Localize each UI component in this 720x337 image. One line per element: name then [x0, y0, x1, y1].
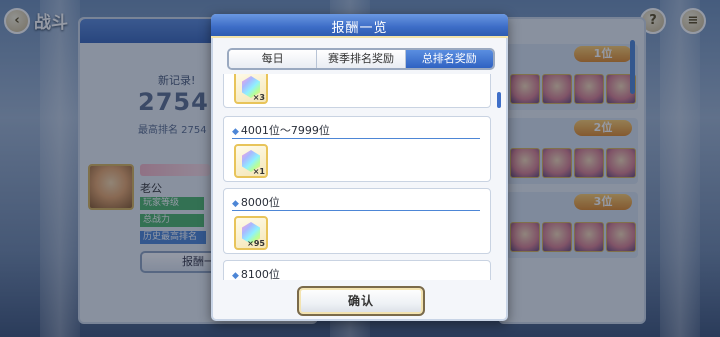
reward-tabs: 每日 赛季排名奖励 总排名奖励 [227, 48, 495, 70]
modal-title: 报酬一览 [331, 21, 388, 36]
reward-quantity: ×95 [247, 239, 265, 248]
reward-range-title: ◆ 8000位 [232, 194, 280, 210]
reward-entry: ◆ 4001位〜7999位 ×1 [223, 116, 491, 182]
tab-total-rank[interactable]: 总排名奖励 [405, 50, 493, 68]
reward-entry: ◆ 8100位 [223, 260, 491, 280]
divider [232, 138, 480, 139]
reward-range: 8000位 [240, 196, 280, 209]
confirm-button[interactable]: 确认 [297, 286, 425, 316]
reward-range: 8100位 [240, 268, 280, 280]
reward-entry: ◆ 8000位 ×95 [223, 188, 491, 254]
reward-quantity: ×3 [252, 93, 265, 102]
reward-range-title: ◆ 8100位 [232, 266, 280, 280]
modal-header: 报酬一览 [211, 14, 508, 38]
reward-range: 4001位〜7999位 [240, 124, 330, 137]
diamond-bullet-icon: ◆ [232, 199, 239, 209]
divider [232, 210, 480, 211]
reward-range-title: ◆ 4001位〜7999位 [232, 122, 330, 138]
reward-entry: ×3 [223, 74, 491, 108]
tab-season-rank[interactable]: 赛季排名奖励 [317, 50, 406, 68]
rewards-modal: 报酬一览 每日 赛季排名奖励 总排名奖励 ×3 ◆ 4001位〜7999位 ×1 … [211, 14, 508, 321]
reward-list-scrollbar[interactable] [497, 92, 501, 108]
reward-list[interactable]: ×3 ◆ 4001位〜7999位 ×1 ◆ 8000位 ×95 ◆ 8100位 [223, 74, 493, 280]
tab-daily[interactable]: 每日 [229, 50, 318, 68]
reward-item[interactable]: ×3 [234, 74, 268, 104]
reward-quantity: ×1 [252, 167, 265, 176]
diamond-bullet-icon: ◆ [232, 271, 239, 280]
reward-item[interactable]: ×1 [234, 144, 268, 178]
diamond-bullet-icon: ◆ [232, 127, 239, 137]
reward-item[interactable]: ×95 [234, 216, 268, 250]
